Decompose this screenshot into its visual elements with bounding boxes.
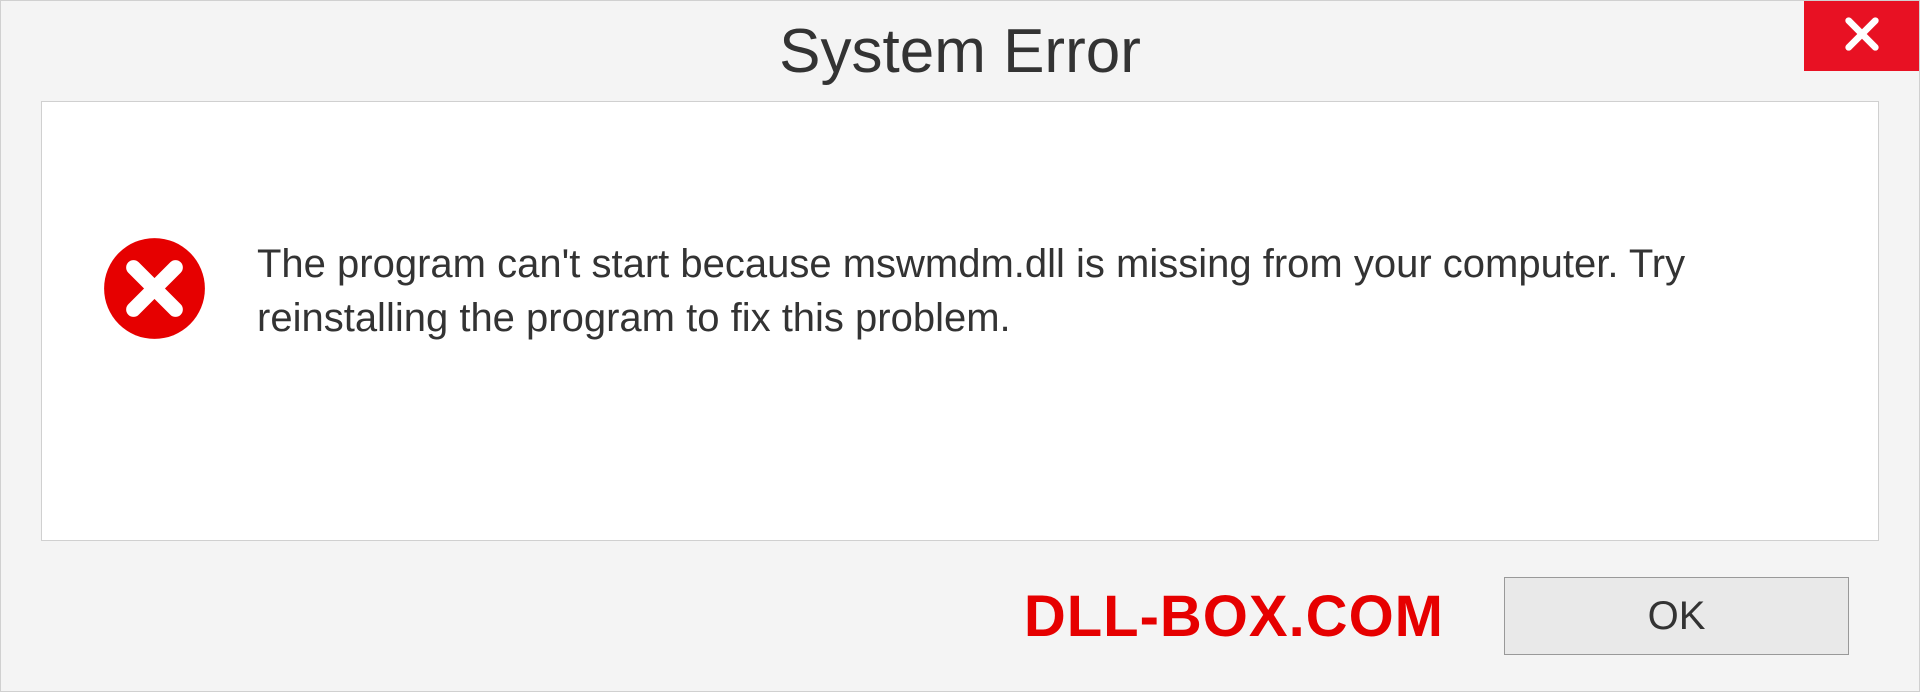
close-button[interactable] [1804,1,1919,71]
watermark-text: DLL-BOX.COM [1024,583,1444,650]
system-error-dialog: System Error The program can't start bec… [0,0,1920,692]
error-message: The program can't start because mswmdm.d… [257,237,1818,345]
ok-button[interactable]: OK [1504,577,1849,655]
dialog-title: System Error [779,16,1141,87]
error-icon [102,236,207,346]
dialog-footer: DLL-BOX.COM OK [1,541,1919,691]
titlebar: System Error [1,1,1919,101]
close-icon [1842,14,1882,59]
content-area: The program can't start because mswmdm.d… [41,101,1879,541]
